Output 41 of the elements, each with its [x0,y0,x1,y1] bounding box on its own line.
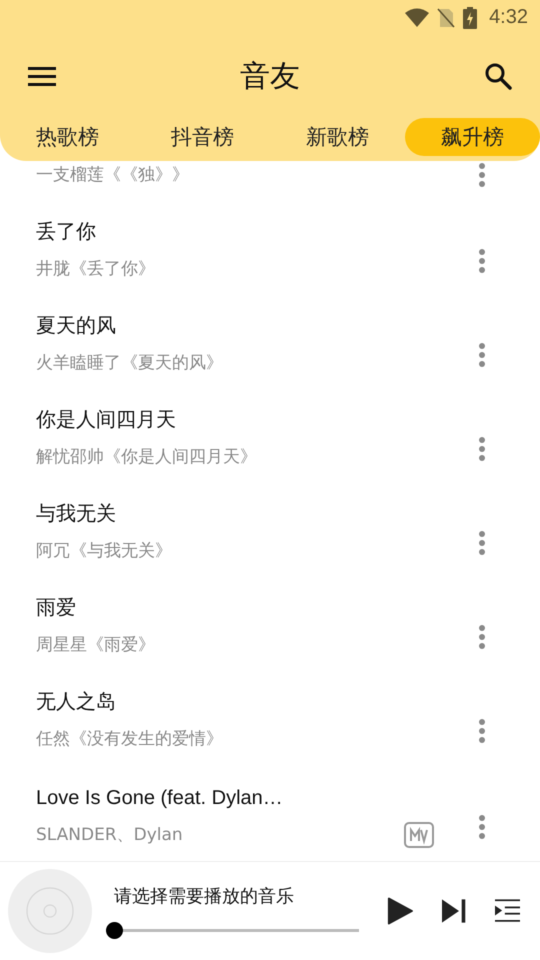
no-sim-icon [437,8,456,28]
song-artist: 阿冗《与我无关》 [36,540,173,562]
chart-tab[interactable]: 热歌榜 [0,118,135,156]
song-artist: 一支榴莲《《独》》 [36,164,190,186]
song-title: 无人之岛 [36,690,117,715]
chart-tab[interactable]: 抖音榜 [135,118,270,156]
song-title: 丢了你 [36,220,97,245]
more-icon[interactable] [478,815,486,839]
skip-next-icon[interactable] [442,897,467,925]
song-title: Love Is Gone (feat. Dylan… [36,786,284,811]
status-time: 4:32 [489,6,528,29]
more-icon[interactable] [478,719,486,743]
song-title: 与我无关 [36,502,117,527]
menu-icon[interactable] [28,65,56,87]
search-icon[interactable] [484,62,512,90]
song-artist: 解忧邵帅《你是人间四月天》 [36,446,258,468]
song-artist: 周星星《雨爱》 [36,634,156,656]
chart-tab[interactable]: 飙升榜 [405,118,540,156]
song-artist: SLANDER、Dylan [36,824,184,846]
battery-icon [463,6,478,28]
player-prompt: 请选择需要播放的音乐 [114,884,295,908]
disc-icon [8,869,92,953]
song-artist: 火羊瞌睡了《夏天的风》 [36,352,224,374]
progress-slider[interactable] [106,922,359,938]
song-artist: 任然《没有发生的爱情》 [36,728,224,750]
song-artist: 井胧《丢了你》 [36,258,156,280]
slider-thumb[interactable] [106,922,123,938]
wifi-icon [405,8,430,28]
play-icon[interactable] [387,895,414,927]
chart-tab[interactable]: 新歌榜 [270,118,405,156]
song-title: 夏天的风 [36,314,117,339]
app-title: 音友 [240,58,300,96]
more-icon[interactable] [478,249,486,273]
more-icon[interactable] [478,163,486,187]
more-icon[interactable] [478,437,486,461]
more-icon[interactable] [478,625,486,649]
mv-icon[interactable] [404,822,434,848]
more-icon[interactable] [478,531,486,555]
song-title: 雨爱 [36,596,77,621]
song-title: 你是人间四月天 [36,408,177,433]
more-icon[interactable] [478,343,486,367]
